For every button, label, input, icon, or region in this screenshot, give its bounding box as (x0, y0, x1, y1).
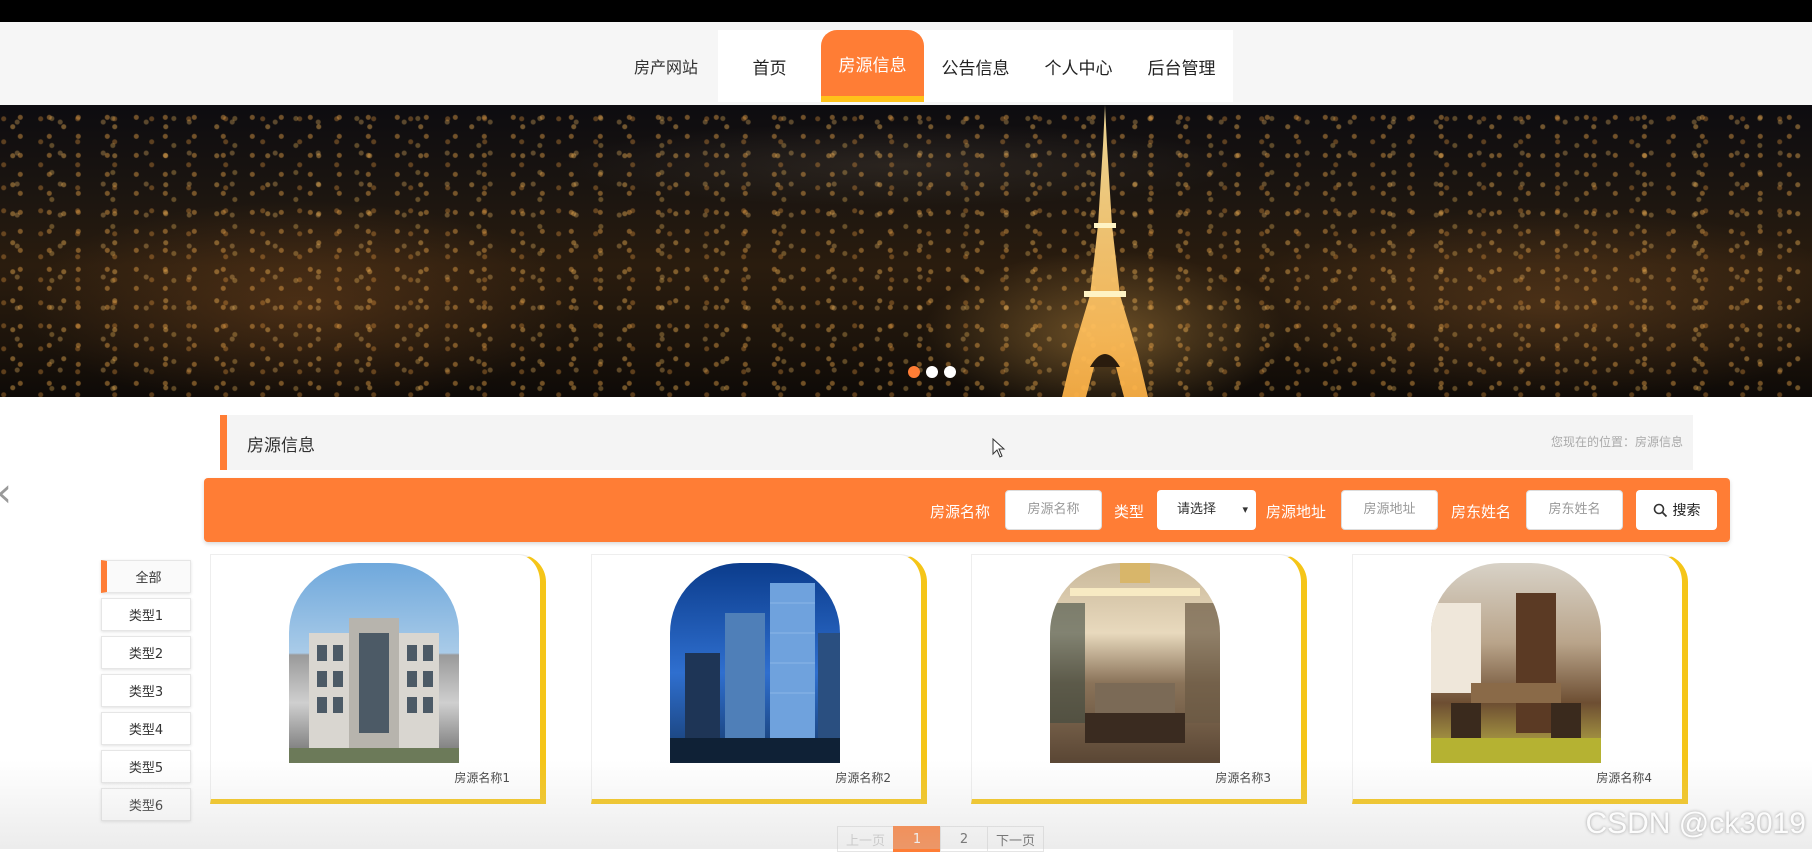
address-input[interactable]: 房源地址 (1341, 490, 1438, 530)
carousel-dots (908, 366, 956, 378)
carousel-dot[interactable] (944, 366, 956, 378)
office-building-image[interactable] (289, 563, 459, 763)
nav-item-announcements[interactable]: 公告信息 (924, 30, 1027, 102)
search-bar: 房源名称 房源名称 类型 请选择 ▾ 房源地址 房源地址 房东姓名 房东姓名 搜… (204, 478, 1730, 542)
carousel-dot[interactable] (908, 366, 920, 378)
search-icon (1653, 503, 1667, 517)
page-button[interactable]: 1 (893, 826, 942, 852)
page-button[interactable]: 2 (940, 826, 989, 852)
section-title: 房源信息 (247, 436, 315, 456)
listing-name[interactable]: 房源名称3 (1215, 769, 1271, 786)
category-item[interactable]: 类型1 (101, 598, 191, 631)
dining-room-illustration (1431, 593, 1601, 763)
site-brand: 房产网站 (634, 58, 699, 77)
listing-card[interactable]: 房源名称3 (971, 554, 1307, 804)
address-label: 房源地址 (1266, 503, 1327, 521)
browser-top-bar (0, 0, 1812, 22)
prev-page-button[interactable]: 上一页 (837, 826, 895, 852)
breadcrumb: 您现在的位置：房源信息 (1550, 435, 1683, 449)
section-header: 房源信息 您现在的位置：房源信息 (220, 415, 1693, 470)
watermark: CSDN @ck3019 (1585, 807, 1806, 840)
category-list: 全部 类型1 类型2 类型3 类型4 类型5 类型6 (101, 560, 191, 826)
nav-item-admin[interactable]: 后台管理 (1130, 30, 1233, 102)
pagination: 上一页 1 2 下一页 (837, 826, 1045, 852)
eiffel-tower-image (1062, 105, 1148, 397)
listing-name[interactable]: 房源名称1 (454, 769, 510, 786)
living-room-image[interactable] (1050, 563, 1220, 763)
listing-card[interactable]: 房源名称1 (210, 554, 546, 804)
type-label: 类型 (1114, 503, 1145, 521)
landlord-label: 房东姓名 (1451, 503, 1512, 521)
name-input[interactable]: 房源名称 (1005, 490, 1102, 530)
skyscraper-illustration (670, 583, 840, 763)
category-item-all[interactable]: 全部 (101, 560, 191, 593)
dining-room-image[interactable] (1431, 563, 1601, 763)
category-item[interactable]: 类型4 (101, 712, 191, 745)
listing-name[interactable]: 房源名称2 (835, 769, 891, 786)
listing-name[interactable]: 房源名称4 (1596, 769, 1652, 786)
carousel-dot[interactable] (926, 366, 938, 378)
building-illustration (289, 618, 459, 763)
banner-carousel[interactable] (0, 105, 1812, 397)
nav-item-profile[interactable]: 个人中心 (1027, 30, 1130, 102)
listing-card[interactable]: 房源名称2 (591, 554, 927, 804)
search-button-label: 搜索 (1672, 503, 1701, 519)
category-item[interactable]: 类型3 (101, 674, 191, 707)
search-button[interactable]: 搜索 (1636, 490, 1717, 530)
next-page-button[interactable]: 下一页 (987, 826, 1045, 852)
chevron-left-icon[interactable]: ‹ (0, 470, 12, 516)
type-select[interactable]: 请选择 ▾ (1157, 490, 1256, 530)
main-nav: 首页 房源信息 公告信息 个人中心 后台管理 (718, 30, 1233, 102)
category-item[interactable]: 类型2 (101, 636, 191, 669)
nav-item-home[interactable]: 首页 (718, 30, 821, 102)
landlord-input[interactable]: 房东姓名 (1526, 490, 1623, 530)
mouse-cursor-icon (992, 438, 1006, 458)
category-item[interactable]: 类型6 (101, 788, 191, 821)
nav-item-listings[interactable]: 房源信息 (821, 30, 924, 102)
living-room-illustration (1050, 563, 1220, 743)
name-label: 房源名称 (930, 503, 991, 521)
city-lights (0, 105, 1812, 397)
type-select-value: 请选择 (1177, 502, 1217, 517)
category-item[interactable]: 类型5 (101, 750, 191, 783)
site-header: 房产网站 首页 房源信息 公告信息 个人中心 后台管理 (0, 22, 1812, 106)
chevron-down-icon: ▾ (1242, 503, 1248, 516)
listing-card[interactable]: 房源名称4 (1352, 554, 1688, 804)
glass-skyscrapers-image[interactable] (670, 563, 840, 763)
